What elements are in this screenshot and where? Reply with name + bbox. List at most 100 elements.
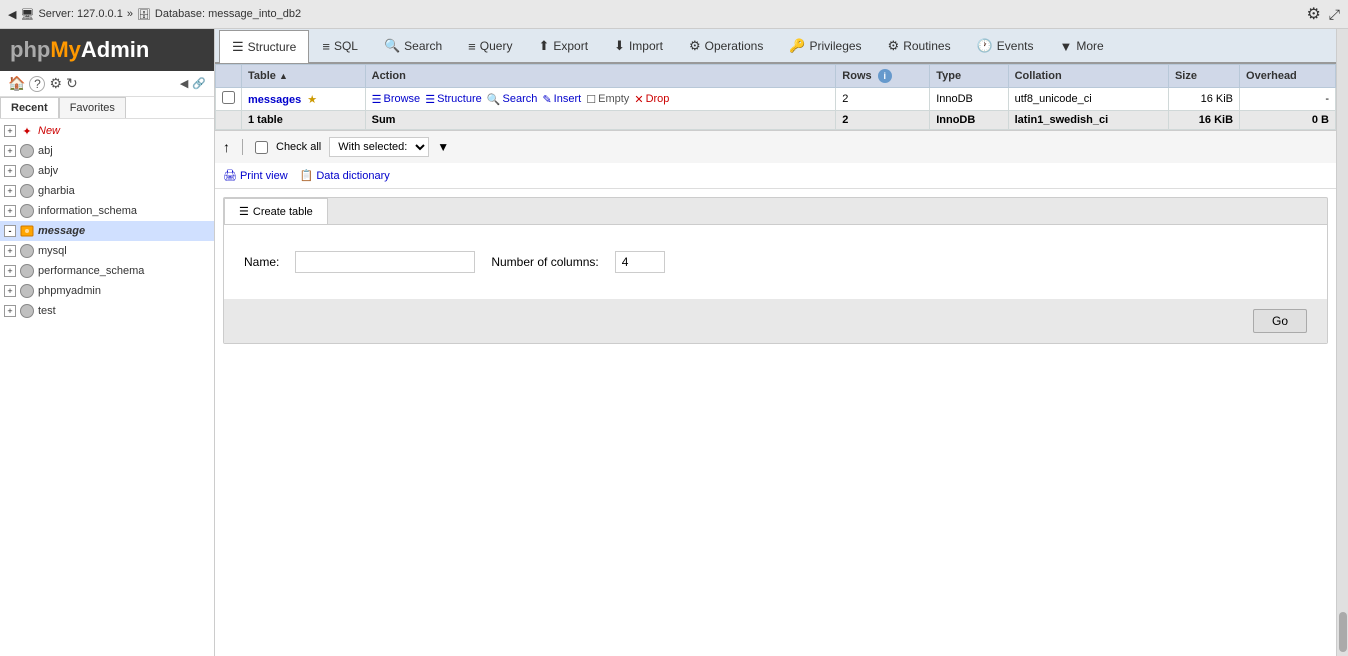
home-icon[interactable]: 🏠 <box>8 75 25 92</box>
settings-icon[interactable]: ⚙ <box>49 75 62 92</box>
routines-icon: ⚙ <box>888 38 900 54</box>
structure-link[interactable]: ☰Structure <box>425 93 485 105</box>
create-table-tab-btn[interactable]: ☰ Create table <box>224 198 328 224</box>
data-dictionary-link[interactable]: 📋 Data dictionary <box>300 169 390 182</box>
operations-icon: ⚙ <box>689 38 701 54</box>
sum-label: Sum <box>365 111 836 130</box>
th-rows: Rows i <box>836 65 930 88</box>
abjv-expand[interactable]: + <box>4 165 16 177</box>
sidebar-item-performance-schema[interactable]: + performance_schema <box>0 261 214 281</box>
create-table-section: ☰ Create table Name: Number of columns: <box>223 197 1328 344</box>
db-list: + ✦ New + abj + abjv + gharbia + <box>0 119 214 656</box>
cols-input[interactable] <box>615 251 665 273</box>
recent-tab[interactable]: Recent <box>0 97 59 118</box>
performance-icon <box>19 263 35 279</box>
abjv-icon <box>19 163 35 179</box>
phpmyadmin-expand[interactable]: + <box>4 285 16 297</box>
sum-table-count: 1 table <box>242 111 366 130</box>
empty-link[interactable]: ☐Empty <box>586 93 632 105</box>
abj-expand[interactable]: + <box>4 145 16 157</box>
content: ☰ Structure ≡ SQL 🔍 Search ≡ Query ⬆ <box>215 29 1336 656</box>
structure-icon: ☰ <box>232 39 244 55</box>
row-checkbox[interactable] <box>222 91 235 104</box>
sidebar-item-message[interactable]: - message <box>0 221 214 241</box>
scrollbar-area[interactable] <box>1336 29 1348 656</box>
with-selected-dropdown[interactable]: With selected: <box>329 137 429 157</box>
gear-icon[interactable]: ⚙ <box>1306 4 1320 24</box>
sidebar-item-information-schema[interactable]: + information_schema <box>0 201 214 221</box>
name-label: Name: <box>244 255 279 269</box>
abj-icon <box>19 143 35 159</box>
tab-search[interactable]: 🔍 Search <box>371 29 455 62</box>
rows-info-icon[interactable]: i <box>878 69 892 83</box>
gharbia-icon <box>19 183 35 199</box>
database-label: Database: message_into_db2 <box>155 8 301 20</box>
go-button[interactable]: Go <box>1253 309 1307 333</box>
chain-icon[interactable]: 🔗 <box>192 77 206 90</box>
new-expand[interactable]: + <box>4 125 16 137</box>
information-icon <box>19 203 35 219</box>
sidebar-item-phpmyadmin[interactable]: + phpmyadmin <box>0 281 214 301</box>
sidebar-item-test[interactable]: + test <box>0 301 214 321</box>
check-all-label: Check all <box>276 141 321 153</box>
sum-checkbox <box>216 111 242 130</box>
expand-icon[interactable]: ⤢ <box>1329 6 1340 23</box>
sidebar-item-gharbia[interactable]: + gharbia <box>0 181 214 201</box>
table-name-link[interactable]: messages <box>248 94 301 106</box>
information-expand[interactable]: + <box>4 205 16 217</box>
server-label: Server: 127.0.0.1 <box>38 8 122 20</box>
sql-icon: ≡ <box>322 39 330 54</box>
check-all-checkbox[interactable] <box>255 141 268 154</box>
tab-query[interactable]: ≡ Query <box>455 30 525 62</box>
collapse-sidebar-icon[interactable]: ◀ <box>180 77 188 90</box>
print-view-link[interactable]: 🖨 Print view <box>223 169 288 182</box>
logo-admin: Admin <box>81 37 149 62</box>
sidebar-item-abjv[interactable]: + abjv <box>0 161 214 181</box>
tab-import[interactable]: ⬇ Import <box>601 29 676 62</box>
export-icon: ⬆ <box>538 38 549 54</box>
favorites-tab[interactable]: Favorites <box>59 97 126 118</box>
sidebar-item-abj[interactable]: + abj <box>0 141 214 161</box>
tab-events[interactable]: 🕐 Events <box>964 29 1047 62</box>
insert-link[interactable]: ✎Insert <box>542 93 584 105</box>
drop-link[interactable]: ✕Drop <box>634 93 669 105</box>
tab-structure[interactable]: ☰ Structure <box>219 30 309 63</box>
row-type: InnoDB <box>930 88 1008 111</box>
tab-routines-label: Routines <box>903 39 950 53</box>
th-table[interactable]: Table ▲ <box>242 65 366 88</box>
mysql-expand[interactable]: + <box>4 245 16 257</box>
new-db-item[interactable]: + ✦ New <box>0 121 214 141</box>
content-wrapper: ☰ Structure ≡ SQL 🔍 Search ≡ Query ⬆ <box>215 29 1348 656</box>
new-icon: ✦ <box>19 123 35 139</box>
refresh-icon[interactable]: ↻ <box>66 75 78 92</box>
table-name-input[interactable] <box>295 251 475 273</box>
th-overhead: Overhead <box>1240 65 1336 88</box>
message-expand[interactable]: - <box>4 225 16 237</box>
browse-link[interactable]: ☰Browse <box>372 93 424 105</box>
test-expand[interactable]: + <box>4 305 16 317</box>
scroll-thumb <box>1339 612 1347 652</box>
tab-sql-label: SQL <box>334 39 358 53</box>
tab-privileges[interactable]: 🔑 Privileges <box>776 29 874 62</box>
performance-expand[interactable]: + <box>4 265 16 277</box>
tab-sql[interactable]: ≡ SQL <box>309 30 371 62</box>
sidebar-item-mysql[interactable]: + mysql <box>0 241 214 261</box>
sum-rows: 2 <box>836 111 930 130</box>
help-icon[interactable]: ? <box>29 76 45 92</box>
back-button[interactable]: ◀ <box>8 8 16 21</box>
tab-more[interactable]: ▼ More <box>1046 30 1116 62</box>
row-collation: utf8_unicode_ci <box>1008 88 1168 111</box>
data-table: Table ▲ Action Rows i Type Collation <box>215 64 1336 130</box>
row-size: 16 KiB <box>1168 88 1239 111</box>
logo-php: php <box>10 37 50 62</box>
tab-operations[interactable]: ⚙ Operations <box>676 29 776 62</box>
sum-collation: latin1_swedish_ci <box>1008 111 1168 130</box>
tab-routines[interactable]: ⚙ Routines <box>875 29 964 62</box>
information-label: information_schema <box>38 205 137 217</box>
sort-arrow-icon: ▲ <box>279 71 288 81</box>
performance-label: performance_schema <box>38 265 144 277</box>
search-link[interactable]: 🔍Search <box>487 93 541 105</box>
star-icon[interactable]: ★ <box>307 94 317 106</box>
gharbia-expand[interactable]: + <box>4 185 16 197</box>
tab-export[interactable]: ⬆ Export <box>525 29 601 62</box>
